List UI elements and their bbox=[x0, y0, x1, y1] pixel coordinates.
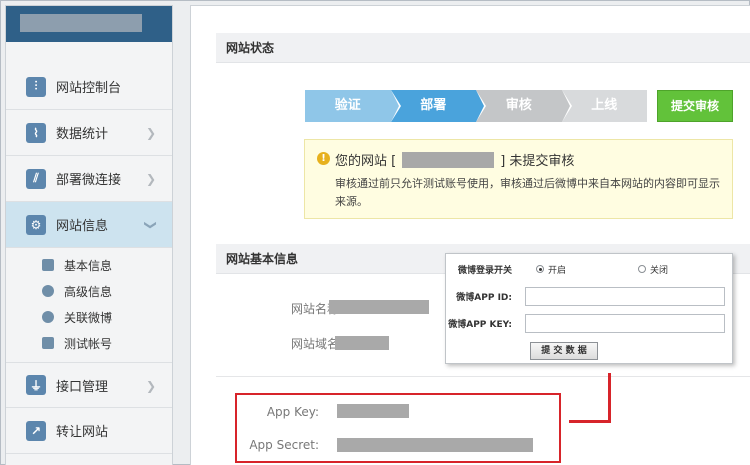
chevron-down-icon: ❯ bbox=[143, 219, 158, 231]
share-icon: ↗ bbox=[26, 420, 46, 441]
notice-detail: 审核通过前只允许测试账号使用，审核通过后微博中来自本网站的内容即可显示来源。 bbox=[335, 177, 720, 208]
chevron-right-icon: ❯ bbox=[145, 379, 156, 393]
sidebar-item-label: 网站信息 bbox=[56, 219, 109, 234]
sidebar-item-stats[interactable]: ⌇ 数据统计 ❯ bbox=[6, 110, 172, 156]
link-icon: ⫽ bbox=[26, 168, 46, 189]
submenu-label: 基本信息 bbox=[64, 258, 113, 273]
sidebar-item-label: 网站控制台 bbox=[56, 81, 122, 96]
chart-icon: ⌇ bbox=[26, 122, 46, 143]
annotation-highlight-box bbox=[235, 393, 561, 463]
review-notice: ! 您的网站 [ ] 未提交审核 审核通过前只允许测试账号使用，审核通过后微博中… bbox=[304, 139, 733, 219]
sidebar-item-label: 转让网站 bbox=[56, 425, 109, 440]
weibo-icon bbox=[42, 311, 54, 323]
sidebar-header bbox=[6, 6, 172, 42]
notice-prefix: 您的网站 [ bbox=[335, 154, 397, 169]
submit-review-button[interactable]: 提交审核 bbox=[657, 90, 733, 122]
sidebar: ⫶ 网站控制台 ⌇ 数据统计 ❯ ⫽ 部署微连接 ❯ ⚙ 网站信息 ❯ 基本信息… bbox=[5, 5, 173, 465]
dashboard-icon: ⫶ bbox=[26, 76, 46, 97]
submit-data-button[interactable]: 提 交 数 据 bbox=[530, 342, 598, 360]
annotation-connector-horizontal bbox=[569, 420, 611, 423]
submenu-item-test-account[interactable]: 测试帐号 bbox=[6, 330, 172, 356]
app-frame: ⫶ 网站控制台 ⌇ 数据统计 ❯ ⫽ 部署微连接 ❯ ⚙ 网站信息 ❯ 基本信息… bbox=[0, 0, 750, 465]
card-icon bbox=[42, 259, 54, 271]
app-id-input[interactable] bbox=[525, 286, 725, 306]
chevron-right-icon: ❯ bbox=[145, 172, 156, 186]
info-icon bbox=[42, 285, 54, 297]
chevron-right-icon: ❯ bbox=[145, 126, 156, 140]
sidebar-item-site-info[interactable]: ⚙ 网站信息 ❯ bbox=[6, 202, 172, 248]
submenu-item-basic-info[interactable]: 基本信息 bbox=[6, 252, 172, 278]
progress-steps: 验证 部署 审核 上线 bbox=[305, 90, 647, 122]
step-deploy: 部署 bbox=[390, 90, 486, 122]
sidebar-item-label: 部署微连接 bbox=[56, 173, 122, 188]
submenu-label: 测试帐号 bbox=[64, 336, 113, 351]
radio-off-label: 关闭 bbox=[650, 265, 669, 276]
section-divider bbox=[216, 376, 750, 377]
submenu-item-linked-weibo[interactable]: 关联微博 bbox=[6, 304, 172, 330]
app-key-input[interactable] bbox=[525, 313, 725, 333]
submenu-label: 关联微博 bbox=[64, 310, 113, 325]
sidebar-item-label: 接口管理 bbox=[56, 379, 109, 395]
overlay-app-key-label: 微博APP KEY: bbox=[448, 319, 512, 330]
section-title-status: 网站状态 bbox=[216, 33, 750, 63]
app-key-row: 微博APP KEY: bbox=[446, 311, 734, 335]
submenu-item-advanced-info[interactable]: 高级信息 bbox=[6, 278, 172, 304]
site-domain-value bbox=[335, 336, 389, 350]
step-online: 上线 bbox=[561, 90, 647, 122]
gear-icon: ⚙ bbox=[26, 214, 46, 235]
radio-on-label: 开启 bbox=[548, 265, 567, 276]
sidebar-submenu: 基本信息 高级信息 关联微博 测试帐号 bbox=[6, 248, 172, 362]
radio-on[interactable]: 开启 bbox=[536, 263, 566, 276]
submenu-label: 高级信息 bbox=[64, 284, 113, 299]
app-id-label: 微博APP ID: bbox=[456, 292, 512, 303]
step-review: 审核 bbox=[476, 90, 571, 122]
sidebar-item-deploy[interactable]: ⫽ 部署微连接 ❯ bbox=[6, 156, 172, 202]
radio-checked-icon bbox=[536, 265, 544, 273]
radio-unchecked-icon bbox=[638, 265, 646, 273]
sidebar-item-api[interactable]: ⏚ 接口管理 ❯ bbox=[6, 362, 172, 408]
app-id-row: 微博APP ID: bbox=[446, 284, 734, 308]
redacted-site-name bbox=[20, 14, 142, 32]
step-verify: 验证 bbox=[305, 90, 400, 122]
sidebar-item-transfer[interactable]: ↗ 转让网站 bbox=[6, 408, 172, 454]
sidebar-item-label: 数据统计 bbox=[56, 127, 109, 142]
plug-icon: ⏚ bbox=[26, 375, 46, 395]
notice-suffix: ] 未提交审核 bbox=[500, 154, 575, 169]
weibo-login-form: 微博登录开关 开启 关闭 微博APP ID: 微博APP KEY: 提 交 数 … bbox=[445, 253, 733, 364]
warning-icon: ! bbox=[317, 152, 330, 165]
redacted-site-name bbox=[402, 151, 495, 168]
login-switch-label: 微博登录开关 bbox=[457, 265, 512, 276]
login-switch-row: 微博登录开关 开启 关闭 bbox=[446, 257, 734, 281]
annotation-connector-vertical bbox=[608, 373, 611, 423]
radio-off[interactable]: 关闭 bbox=[638, 263, 668, 276]
site-domain-label: 网站域名: bbox=[290, 337, 343, 351]
sidebar-item-dashboard[interactable]: ⫶ 网站控制台 bbox=[6, 64, 172, 110]
notice-status: 您的网站 [ ] 未提交审核 bbox=[335, 150, 720, 169]
user-card-icon bbox=[42, 337, 54, 349]
site-name-value bbox=[329, 300, 429, 314]
